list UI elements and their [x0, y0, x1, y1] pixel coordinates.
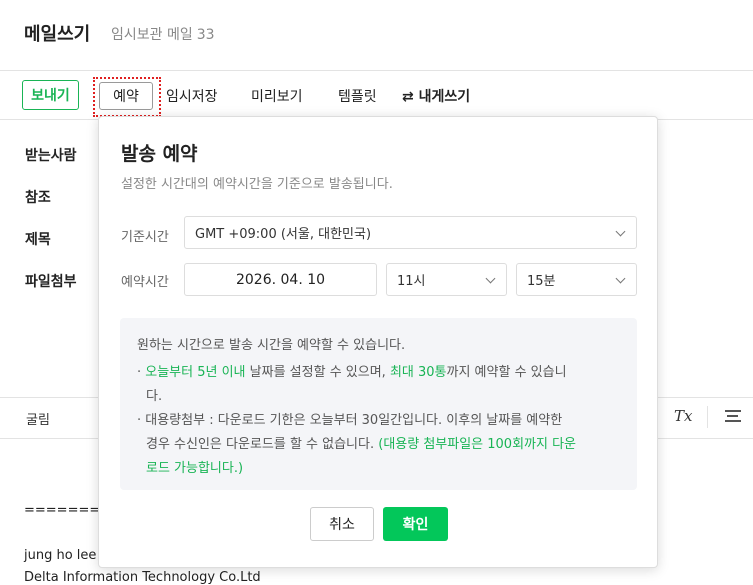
chevron-down-icon	[485, 273, 496, 284]
cancel-button[interactable]: 취소	[310, 507, 374, 541]
confirm-button[interactable]: 확인	[383, 507, 448, 541]
info-line-1-wrap: 다.	[146, 389, 163, 404]
signature-company: Delta Information Technology Co.Ltd	[24, 570, 261, 585]
timezone-value: GMT +09:00 (서울, 대한민국)	[195, 227, 372, 242]
signature-name: jung ho lee	[24, 548, 97, 563]
chevron-down-icon	[615, 226, 626, 237]
cc-label: 참조	[25, 190, 51, 206]
info-line-1: · 오늘부터 5년 이내 날짜를 설정할 수 있으며, 최대 30통까지 예약할…	[137, 365, 567, 380]
info-line-2-wrap: 경우 수신인은 다운로드를 할 수 없습니다. (대용량 첨부파일은 100회까…	[146, 437, 577, 452]
draft-count: 33	[196, 27, 215, 43]
to-label: 받는사람	[25, 148, 77, 164]
reserve-button[interactable]: 예약	[99, 82, 153, 110]
compose-toolbar: 보내기 예약 임시저장 미리보기 템플릿 ⇄ 내게쓰기	[0, 71, 753, 120]
info-line-2-end: 로드 가능합니다.)	[146, 461, 244, 476]
send-button[interactable]: 보내기	[22, 80, 79, 110]
font-select[interactable]: 굴림	[26, 409, 50, 428]
toolbar-divider	[707, 406, 708, 428]
save-draft-button[interactable]: 임시저장	[166, 86, 218, 106]
minute-select[interactable]: 15분	[516, 263, 637, 296]
subject-label: 제목	[25, 232, 51, 248]
reserve-send-popup: 발송 예약 설정한 시간대의 예약시간을 기준으로 발송됩니다. 기준시간 GM…	[98, 116, 658, 568]
minute-value: 15분	[527, 274, 556, 289]
write-to-self-button[interactable]: ⇄ 내게쓰기	[402, 86, 470, 106]
reserve-info-box: 원하는 시간으로 발송 시간을 예약할 수 있습니다. · 오늘부터 5년 이내…	[120, 318, 637, 490]
date-picker[interactable]: 2026. 04. 10	[184, 263, 377, 296]
attach-label: 파일첨부	[25, 274, 77, 290]
chevron-down-icon	[615, 273, 626, 284]
info-line-2: · 대용량첨부 : 다운로드 기한은 오늘부터 30일간입니다. 이후의 날짜를…	[137, 413, 563, 428]
align-icon[interactable]	[725, 410, 741, 424]
timezone-label: 기준시간	[121, 230, 169, 245]
preview-button[interactable]: 미리보기	[251, 86, 303, 106]
timezone-select[interactable]: GMT +09:00 (서울, 대한민국)	[184, 216, 637, 249]
date-value: 2026. 04. 10	[235, 271, 326, 288]
hour-value: 11시	[397, 274, 426, 289]
draft-mailbox-link[interactable]: 임시보관 메일 33	[111, 24, 215, 44]
popup-title: 발송 예약	[121, 143, 198, 165]
clear-format-icon[interactable]: Tx	[674, 407, 692, 425]
reserve-time-label: 예약시간	[121, 275, 169, 290]
draft-label: 임시보관 메일	[111, 27, 193, 43]
hour-select[interactable]: 11시	[386, 263, 507, 296]
page-title: 메일쓰기	[24, 24, 91, 45]
info-heading: 원하는 시간으로 발송 시간을 예약할 수 있습니다.	[137, 338, 406, 353]
template-button[interactable]: 템플릿	[338, 86, 377, 106]
page-header: 메일쓰기 임시보관 메일 33	[0, 0, 753, 71]
popup-subtitle: 설정한 시간대의 예약시간을 기준으로 발송됩니다.	[121, 177, 393, 192]
reserve-highlight: 예약	[93, 77, 161, 117]
